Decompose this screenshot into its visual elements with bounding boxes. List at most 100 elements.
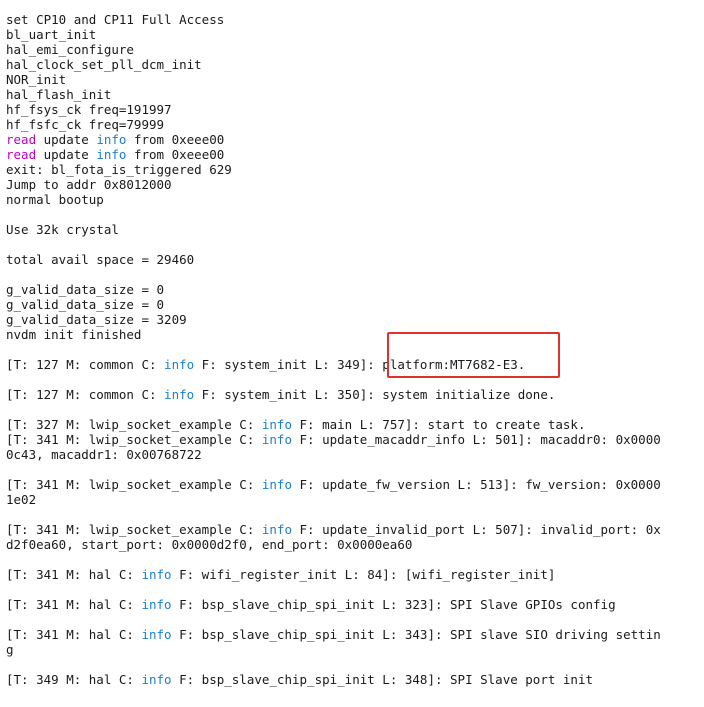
terminal-line: 0c43, macaddr1: 0x00768722 <box>6 447 704 462</box>
keyword-info: info <box>141 627 172 642</box>
terminal-line: hal_flash_init <box>6 87 704 102</box>
keyword-info: info <box>164 387 195 402</box>
line-text: F: system_init L: 349]: platform:MT7682-… <box>194 357 526 372</box>
terminal-line: [T: 341 M: hal C: info F: bsp_slave_chip… <box>6 627 704 642</box>
line-text: nvdm init finished <box>6 327 142 342</box>
terminal-line: 1e02 <box>6 492 704 507</box>
keyword-info: info <box>261 432 292 447</box>
line-text: 1e02 <box>6 492 37 507</box>
line-text: exit: bl_fota_is_triggered 629 <box>6 162 232 177</box>
line-text: hf_fsys_ck freq=191997 <box>6 102 172 117</box>
terminal-line: [T: 341 M: lwip_socket_example C: info F… <box>6 522 704 537</box>
line-text: set CP10 and CP11 Full Access <box>6 12 225 27</box>
line-text: [T: 327 M: lwip_socket_example C: <box>6 417 262 432</box>
terminal-line: g_valid_data_size = 3209 <box>6 312 704 327</box>
keyword-info: info <box>96 132 127 147</box>
line-text: bl_uart_init <box>6 27 97 42</box>
keyword-info: info <box>261 477 292 492</box>
line-text: [T: 341 M: hal C: <box>6 567 142 582</box>
line-text: [T: 127 M: common C: <box>6 387 165 402</box>
line-text: F: main L: 757]: start to create task. <box>291 417 586 432</box>
terminal-line: g_valid_data_size = 0 <box>6 282 704 297</box>
line-text: hal_emi_configure <box>6 42 134 57</box>
terminal-line: Jump to addr 0x8012000 <box>6 177 704 192</box>
terminal-output[interactable]: set CP10 and CP11 Full Access bl_uart_ini… <box>0 0 704 707</box>
line-text: F: wifi_register_init L: 84]: [wifi_regi… <box>171 567 556 582</box>
line-text: total avail space = 29460 <box>6 252 195 267</box>
keyword-info: info <box>164 357 195 372</box>
terminal-line: hal_emi_configure <box>6 42 704 57</box>
terminal-line: g <box>6 642 704 657</box>
line-text: normal bootup <box>6 192 104 207</box>
terminal-line: [T: 341 M: hal C: info F: wifi_register_… <box>6 567 704 582</box>
line-text: [T: 341 M: hal C: <box>6 597 142 612</box>
terminal-line: [T: 349 M: hal C: info F: bsp_slave_chip… <box>6 672 704 687</box>
terminal-line: total avail space = 29460 <box>6 252 704 267</box>
line-text: [T: 341 M: lwip_socket_example C: <box>6 522 262 537</box>
line-text: from 0xeee00 <box>126 132 225 147</box>
line-text: F: bsp_slave_chip_spi_init L: 343]: SPI … <box>171 627 661 642</box>
line-text: update <box>36 132 97 147</box>
line-text: [T: 341 M: hal C: <box>6 627 142 642</box>
line-text: g_valid_data_size = 0 <box>6 282 165 297</box>
line-text: F: bsp_slave_chip_spi_init L: 323]: SPI … <box>171 597 616 612</box>
line-text: hal_flash_init <box>6 87 112 102</box>
terminal-line: read update info from 0xeee00 <box>6 132 704 147</box>
line-text: F: system_init L: 350]: system initializ… <box>194 387 556 402</box>
line-text: F: bsp_slave_chip_spi_init L: 348]: SPI … <box>171 672 594 687</box>
keyword-info: info <box>261 522 292 537</box>
terminal-line: [T: 341 M: lwip_socket_example C: info F… <box>6 477 704 492</box>
keyword-read: read <box>6 147 37 162</box>
line-text: F: update_fw_version L: 513]: fw_version… <box>291 477 661 492</box>
terminal-line: hf_fsys_ck freq=191997 <box>6 102 704 117</box>
terminal-line: [T: 127 M: common C: info F: system_init… <box>6 387 704 402</box>
keyword-info: info <box>141 567 172 582</box>
line-text: 0c43, macaddr1: 0x00768722 <box>6 447 202 462</box>
terminal-line: NOR_init <box>6 72 704 87</box>
terminal-line: nvdm init finished <box>6 327 704 342</box>
keyword-info: info <box>96 147 127 162</box>
terminal-line: g_valid_data_size = 0 <box>6 297 704 312</box>
terminal-line: [T: 341 M: hal C: info F: bsp_slave_chip… <box>6 597 704 612</box>
keyword-info: info <box>261 417 292 432</box>
line-text: Jump to addr 0x8012000 <box>6 177 172 192</box>
terminal-line: Use 32k crystal <box>6 222 704 237</box>
line-text: d2f0ea60, start_port: 0x0000d2f0, end_po… <box>6 537 413 552</box>
terminal-line: read update info from 0xeee00 <box>6 147 704 162</box>
line-text: F: update_invalid_port L: 507]: invalid_… <box>291 522 661 537</box>
line-text: hal_clock_set_pll_dcm_init <box>6 57 202 72</box>
terminal-line: [T: 341 M: lwip_socket_example C: info F… <box>6 432 704 447</box>
keyword-read: read <box>6 132 37 147</box>
line-text: [T: 349 M: hal C: <box>6 672 142 687</box>
keyword-info: info <box>141 597 172 612</box>
terminal-line: exit: bl_fota_is_triggered 629 <box>6 162 704 177</box>
terminal-line: set CP10 and CP11 Full Access <box>6 12 704 27</box>
line-text: NOR_init <box>6 72 67 87</box>
line-text: Use 32k crystal <box>6 222 119 237</box>
line-text: hf_fsfc_ck freq=79999 <box>6 117 165 132</box>
line-text: g_valid_data_size = 0 <box>6 297 165 312</box>
line-text: [T: 127 M: common C: <box>6 357 165 372</box>
line-text: F: update_macaddr_info L: 501]: macaddr0… <box>291 432 661 447</box>
terminal-line: normal bootup <box>6 192 704 207</box>
terminal-line: [T: 327 M: lwip_socket_example C: info F… <box>6 417 704 432</box>
terminal-line: [T: 127 M: common C: info F: system_init… <box>6 357 704 372</box>
line-text: [T: 341 M: lwip_socket_example C: <box>6 432 262 447</box>
terminal-line: d2f0ea60, start_port: 0x0000d2f0, end_po… <box>6 537 704 552</box>
terminal-line: hal_clock_set_pll_dcm_init <box>6 57 704 72</box>
line-text: g <box>6 642 14 657</box>
line-text: g_valid_data_size = 3209 <box>6 312 187 327</box>
line-text: update <box>36 147 97 162</box>
